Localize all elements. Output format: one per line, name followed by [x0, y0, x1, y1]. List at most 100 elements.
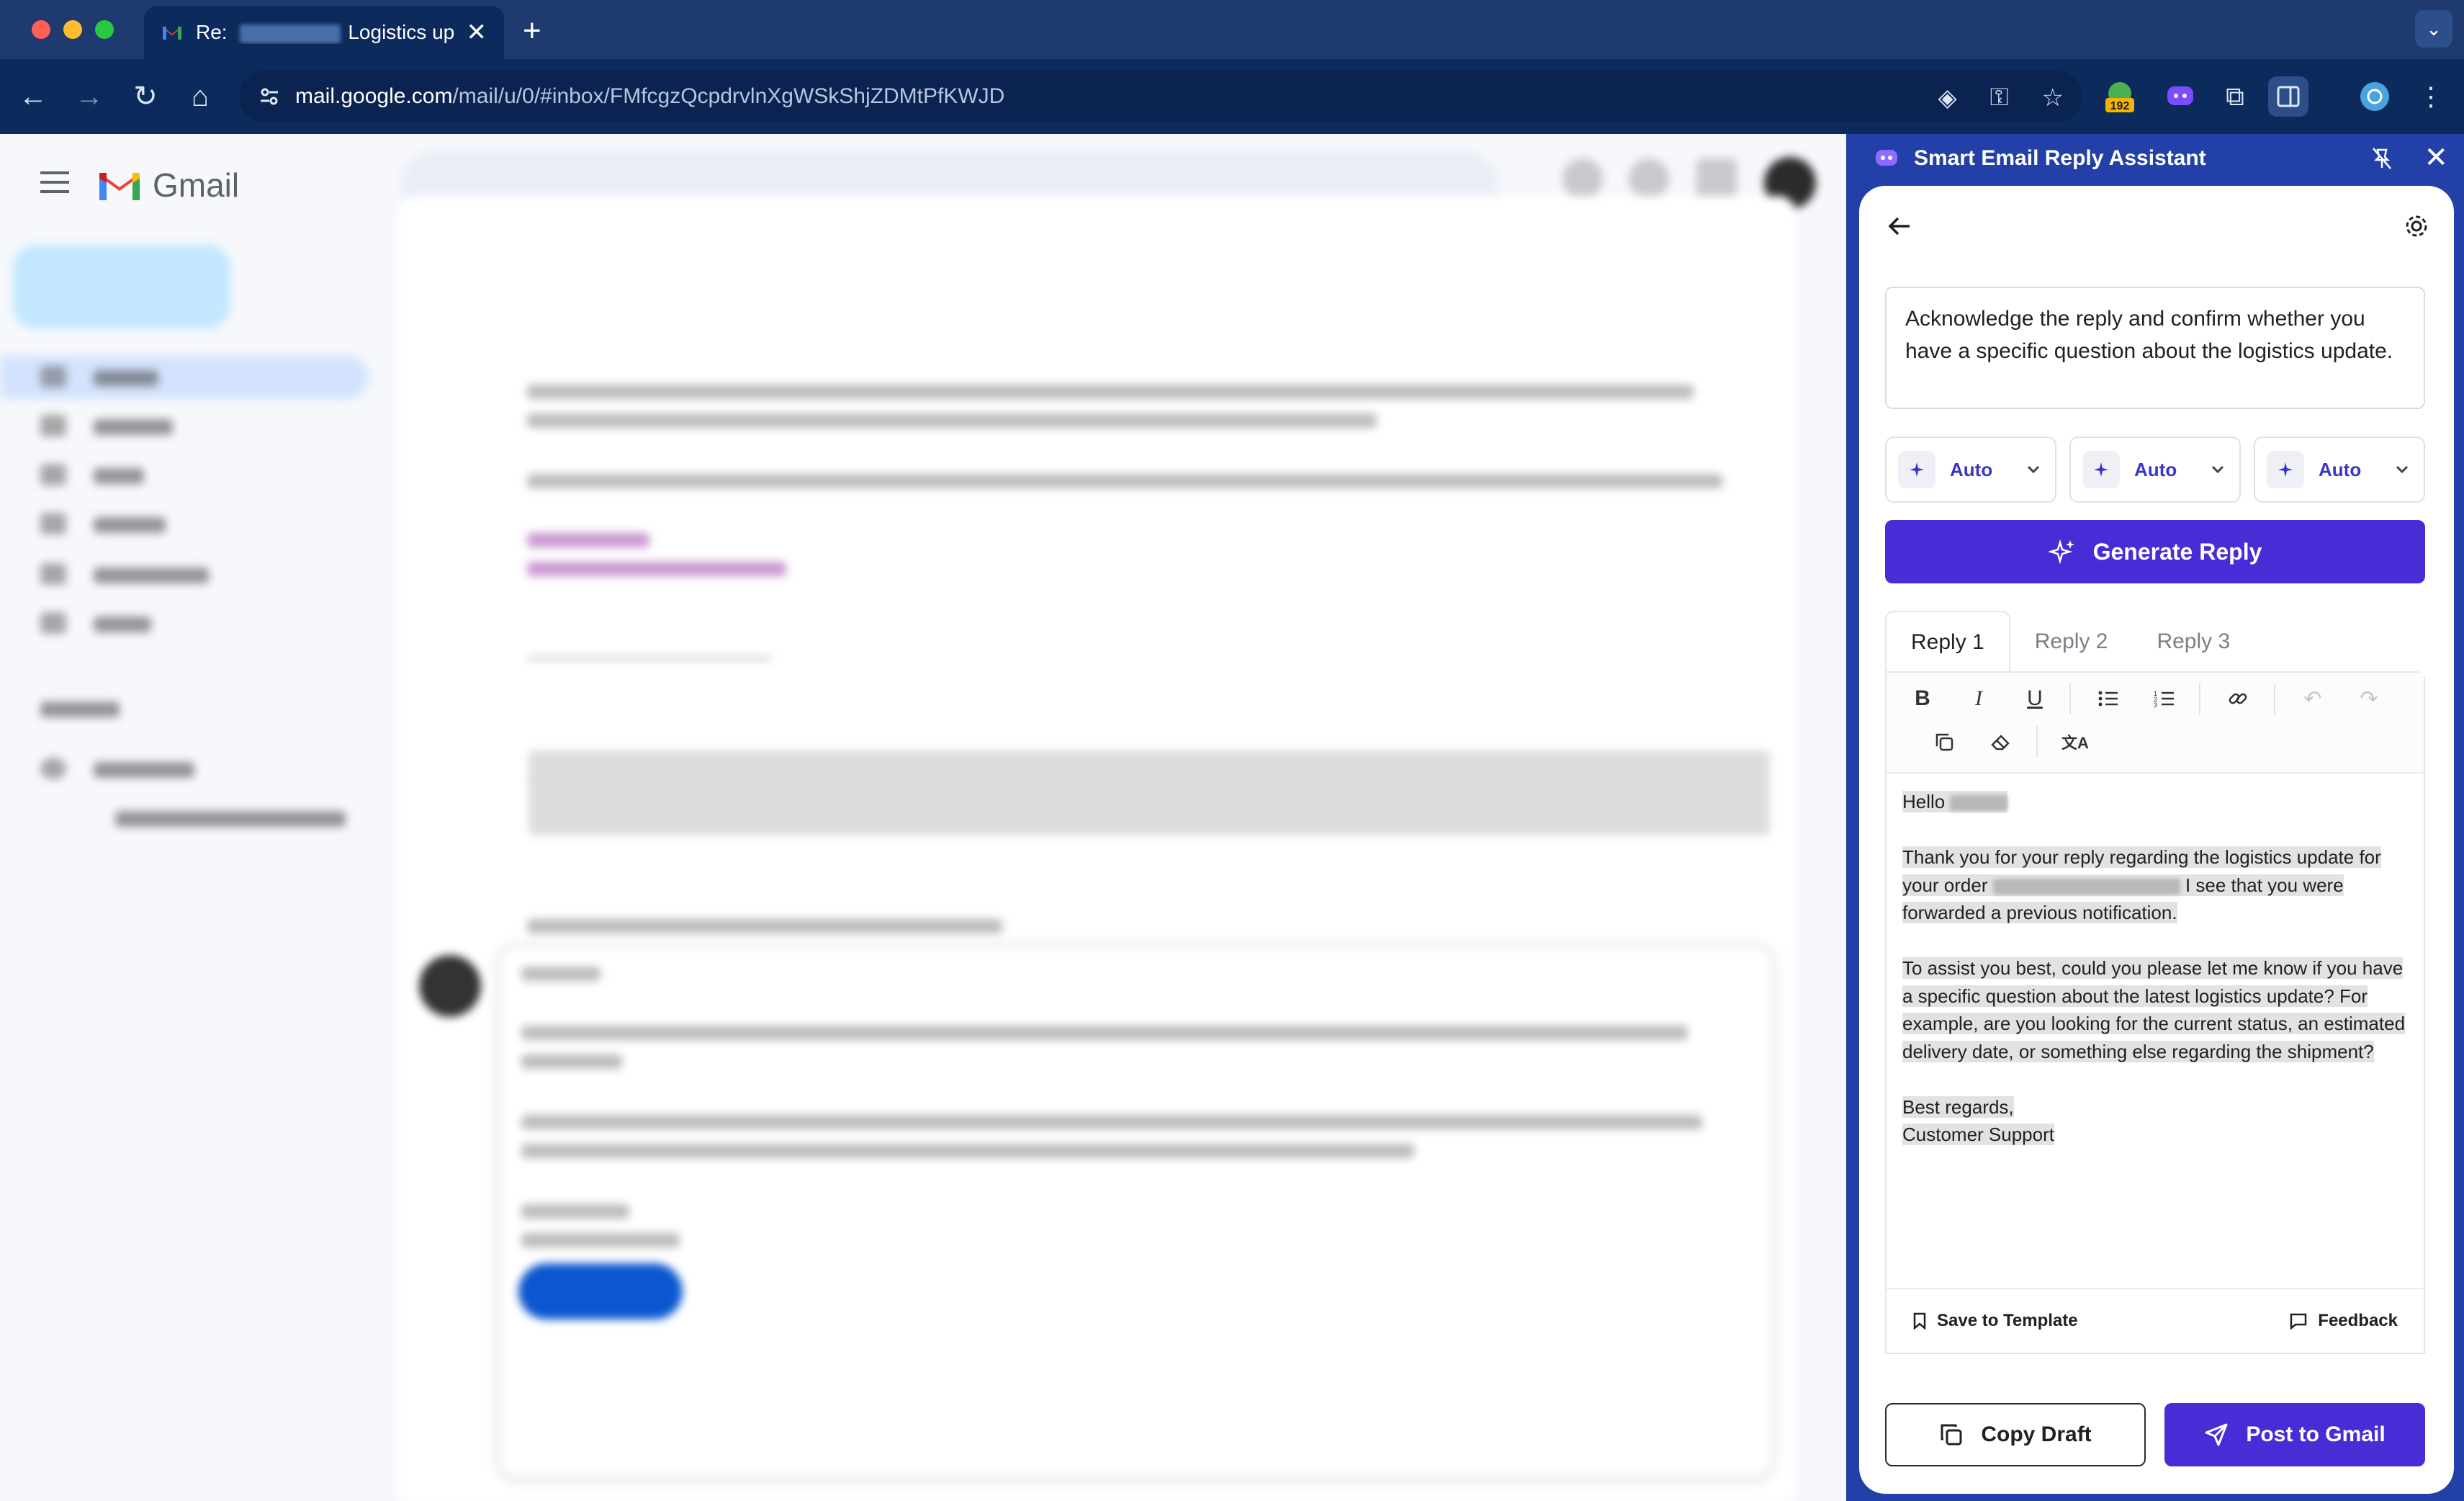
browser-menu-icon[interactable]: ⋮ — [2411, 76, 2451, 117]
generate-reply-label: Generate Reply — [2092, 538, 2262, 565]
url-text: mail.google.com/mail/u/0/#inbox/FMfcgzQc… — [295, 84, 1005, 108]
reply-editor: B I U 123 ↶ ↷ 文A Hello Thank you for you… — [1885, 671, 2425, 1354]
eraser-icon[interactable] — [1983, 725, 2018, 759]
send-icon — [2205, 1423, 2228, 1446]
copy-icon — [1941, 1424, 1962, 1446]
save-to-template-button[interactable]: Save to Template — [1912, 1311, 2078, 1331]
translate-icon[interactable]: 文A — [2058, 725, 2092, 759]
tab-reply-3[interactable]: Reply 3 — [2132, 611, 2254, 673]
reply-assistant-extension-icon[interactable] — [2160, 76, 2200, 117]
tab-reply-1[interactable]: Reply 1 — [1885, 611, 2010, 673]
prompt-textarea[interactable]: Acknowledge the reply and confirm whethe… — [1885, 287, 2425, 409]
gmail-favicon-icon — [163, 27, 181, 40]
panel-header: Smart Email Reply Assistant ✕ — [1846, 134, 2464, 183]
window-minimize-button[interactable] — [63, 20, 82, 39]
tab-search-button[interactable]: ⌄ — [2415, 10, 2452, 48]
window-close-button[interactable] — [32, 20, 50, 39]
sparkles-icon — [2048, 539, 2074, 565]
chevron-down-icon — [2396, 465, 2409, 474]
home-button[interactable]: ⌂ — [181, 78, 219, 115]
window-maximize-button[interactable] — [95, 20, 114, 39]
panel-title: Smart Email Reply Assistant — [1914, 146, 2206, 170]
support-icon[interactable] — [1563, 158, 1603, 199]
gmail-send-button[interactable] — [518, 1263, 683, 1319]
undo-icon[interactable]: ↶ — [2296, 681, 2330, 716]
editor-footer: Save to Template Feedback — [1887, 1288, 2424, 1353]
feedback-icon — [2290, 1313, 2307, 1330]
browser-tab-bar: Re: Logistics up ✕ + ⌄ — [0, 0, 2464, 59]
editor-toolbar: B I U 123 ↶ ↷ 文A — [1887, 673, 2424, 774]
language-selector-label: Auto — [2319, 458, 2362, 480]
underline-icon[interactable]: U — [2018, 681, 2052, 716]
chevron-down-icon — [2211, 465, 2224, 474]
reply-assistant-panel: Smart Email Reply Assistant ✕ Acknowledg… — [1846, 134, 2464, 1501]
length-selector[interactable]: Auto — [2069, 436, 2241, 503]
browser-tab-active[interactable]: Re: Logistics up ✕ — [144, 6, 504, 59]
settings-gear-icon[interactable] — [2402, 212, 2431, 241]
post-to-gmail-button[interactable]: Post to Gmail — [2164, 1403, 2425, 1466]
reply-signature: Customer Support — [1902, 1124, 2054, 1145]
settings-icon[interactable] — [1629, 158, 1669, 199]
post-to-gmail-label: Post to Gmail — [2246, 1422, 2386, 1446]
gmail-logo-text: Gmail — [153, 166, 240, 204]
lens-icon[interactable]: ◈ — [1938, 84, 1956, 112]
feedback-button[interactable]: Feedback — [2289, 1311, 2398, 1331]
svg-text:3: 3 — [2154, 702, 2157, 707]
redo-icon[interactable]: ↷ — [2352, 681, 2386, 716]
link-icon[interactable] — [2221, 681, 2255, 716]
reply-signoff: Best regards, — [1902, 1095, 2014, 1118]
apps-icon[interactable] — [1696, 158, 1737, 199]
tab-close-icon[interactable]: ✕ — [467, 18, 487, 47]
site-settings-icon[interactable] — [258, 85, 281, 108]
sparkle-icon — [2082, 451, 2120, 488]
extensions-puzzle-icon[interactable]: ⧉ — [2215, 76, 2255, 117]
save-to-template-label: Save to Template — [1937, 1311, 2078, 1330]
forward-button[interactable]: → — [71, 78, 108, 115]
gmail-app: Gmail — [0, 134, 1846, 1501]
bookmark-star-icon[interactable]: ☆ — [2042, 84, 2064, 112]
new-tab-button[interactable]: + — [523, 13, 541, 49]
reload-button[interactable]: ↻ — [127, 78, 164, 115]
compose-button[interactable] — [13, 245, 230, 328]
main-menu-icon[interactable] — [40, 171, 69, 193]
reply-compose-box — [498, 945, 1773, 1478]
gmail-logo[interactable]: Gmail — [96, 166, 239, 205]
reply-paragraph-2: To assist you best, could you please let… — [1902, 957, 2406, 1062]
extension-badge-count: 192 — [2110, 100, 2130, 112]
language-selector[interactable]: Auto — [2254, 436, 2425, 503]
generate-reply-button[interactable]: Generate Reply — [1885, 520, 2425, 583]
feedback-label: Feedback — [2318, 1311, 2398, 1330]
length-selector-label: Auto — [2134, 458, 2177, 480]
bold-icon[interactable]: B — [1905, 681, 1940, 716]
sparkle-icon — [2267, 451, 2304, 488]
browser-toolbar: ← → ↻ ⌂ mail.google.com/mail/u/0/#inbox/… — [0, 59, 2464, 134]
copy-draft-button[interactable]: Copy Draft — [1885, 1403, 2146, 1466]
password-key-icon[interactable]: ⚿ — [1990, 84, 2009, 112]
sender-avatar — [419, 955, 481, 1017]
side-panel-icon[interactable] — [2268, 76, 2308, 117]
assistant-logo-icon — [1876, 150, 1897, 166]
tone-selector[interactable]: Auto — [1885, 436, 2056, 503]
reply-content[interactable]: Hello Thank you for your reply regarding… — [1902, 788, 2406, 1149]
reply-tabs: Reply 1 Reply 2 Reply 3 — [1885, 611, 2425, 673]
chevron-down-icon — [2027, 465, 2040, 474]
italic-icon[interactable]: I — [1961, 681, 1996, 716]
panel-close-icon[interactable]: ✕ — [2424, 141, 2448, 174]
quoted-message-box — [529, 750, 1770, 835]
bookmark-icon — [1913, 1312, 1926, 1330]
gmail-logo-icon — [99, 173, 140, 200]
profile-avatar-icon[interactable] — [2355, 76, 2395, 117]
back-button[interactable]: ← — [14, 78, 52, 115]
copy-icon[interactable] — [1927, 725, 1961, 759]
numbered-list-icon[interactable]: 123 — [2147, 681, 2182, 716]
panel-body: Acknowledge the reply and confirm whethe… — [1859, 186, 2454, 1494]
address-bar[interactable]: mail.google.com/mail/u/0/#inbox/FMfcgzQc… — [239, 71, 2082, 122]
tab-reply-2[interactable]: Reply 2 — [2010, 611, 2133, 673]
reply-greeting: Hello — [1902, 791, 1946, 812]
extension-badge-icon[interactable]: 192 — [2100, 76, 2140, 117]
bullet-list-icon[interactable] — [2091, 681, 2126, 716]
unpin-icon[interactable] — [2369, 145, 2395, 171]
tab-title: Re: Logistics up — [196, 21, 455, 43]
back-arrow-icon[interactable] — [1885, 212, 1914, 241]
sparkle-icon — [1898, 451, 1935, 488]
